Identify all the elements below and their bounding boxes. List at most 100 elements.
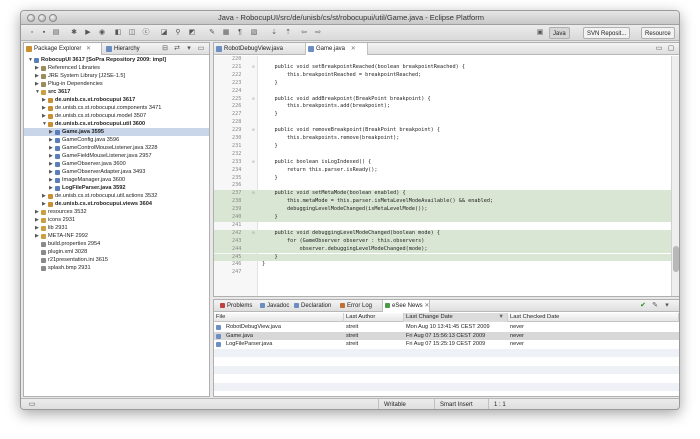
tree-item[interactable]: ▶ GameFieldMouseListener.java 2957 <box>24 152 209 160</box>
mark-read-icon[interactable]: ✎ <box>650 301 660 311</box>
scrollbar-thumb[interactable] <box>673 246 679 272</box>
table-row[interactable]: LogFileParser.java streit Fri Aug 07 15:25… <box>214 340 679 349</box>
toggle-breadcrumb-icon[interactable]: ▦ <box>221 28 231 38</box>
code-line[interactable]: 235 } <box>214 175 672 183</box>
tree-item[interactable]: ▶ de.unisb.cs.st.robocupui.views 3604 <box>24 200 209 208</box>
tab-hierarchy[interactable]: Hierarchy <box>104 43 154 55</box>
collapsed-twisty-icon[interactable]: ▶ <box>49 168 54 176</box>
code-line[interactable]: 239 debuggingLevelModeChanged(isMetaLeve… <box>214 206 672 214</box>
code-line[interactable]: 229 ⊖ public void removeBreakpoint(BreakP… <box>214 127 672 135</box>
tab-game-java[interactable]: Game.java ✕ <box>306 43 368 55</box>
editor-vertical-scrollbar[interactable] <box>671 56 679 296</box>
code-line[interactable]: 240 } <box>214 214 672 222</box>
tree-item[interactable]: ▶ GameObserverAdapter.java 3493 <box>24 168 209 176</box>
code-line[interactable]: 231 } <box>214 143 672 151</box>
table-row[interactable]: Game.java streit Fri Aug 07 15:56:13 CEST … <box>214 331 679 340</box>
external-tools-icon[interactable]: ◉ <box>97 28 107 38</box>
tree-item[interactable]: splash.bmp 2931 <box>24 264 209 272</box>
fast-view-icon[interactable]: ▭ <box>27 400 37 409</box>
collapsed-twisty-icon[interactable]: ▶ <box>35 224 40 232</box>
new-icon[interactable]: ▫ <box>27 28 37 38</box>
link-with-editor-icon[interactable]: ⇄ <box>172 44 182 54</box>
tree-item[interactable]: ▶ JRE System Library [J2SE-1.5] <box>24 72 209 80</box>
bottom-tab-error-log[interactable]: Error Log <box>338 300 380 312</box>
fold-toggle-icon[interactable]: ⊖ <box>252 64 255 72</box>
minimize-editor-icon[interactable]: ▭ <box>654 44 664 54</box>
code-line[interactable]: 243 for (GameObserver observer : this.ob… <box>214 237 672 246</box>
next-annotation-icon[interactable]: ⇣ <box>269 28 279 38</box>
tree-item[interactable]: ▶ lib 2931 <box>24 224 209 232</box>
check-icon[interactable]: ✔ <box>638 301 648 311</box>
collapsed-twisty-icon[interactable]: ▶ <box>49 184 54 192</box>
column-last-author[interactable]: Last Author <box>344 313 404 322</box>
maximize-editor-icon[interactable]: ▢ <box>666 44 676 54</box>
code-line[interactable]: 230 this.breakpoints.remove(breakpoint); <box>214 135 672 143</box>
tree-item[interactable]: ▶ GameControlMouseListener.java 3228 <box>24 144 209 152</box>
collapsed-twisty-icon[interactable]: ▶ <box>42 104 47 112</box>
close-tab-icon[interactable]: ✕ <box>86 46 91 52</box>
collapsed-twisty-icon[interactable]: ▶ <box>42 200 47 208</box>
fold-toggle-icon[interactable]: ⊖ <box>252 230 255 238</box>
expanded-twisty-icon[interactable]: ▼ <box>35 88 40 96</box>
tree-item[interactable]: ▶ de.unisb.cs.st.robocupui 3617 <box>24 96 209 104</box>
minimize-view-icon[interactable]: ▭ <box>196 44 206 54</box>
collapsed-twisty-icon[interactable]: ▶ <box>35 72 40 80</box>
collapsed-twisty-icon[interactable]: ▶ <box>35 232 40 240</box>
tree-item[interactable]: ▶ LogFileParser.java 3592 <box>24 184 209 192</box>
code-line[interactable]: 226 this.breakpoints.add(breakpoint); <box>214 103 672 111</box>
tree-item[interactable]: build.properties 2954 <box>24 240 209 248</box>
collapsed-twisty-icon[interactable]: ▶ <box>42 192 47 200</box>
show-whitespace-icon[interactable]: ¶ <box>235 28 245 38</box>
fold-toggle-icon[interactable]: ⊖ <box>252 127 255 135</box>
collapsed-twisty-icon[interactable]: ▶ <box>42 112 47 120</box>
collapsed-twisty-icon[interactable]: ▶ <box>49 176 54 184</box>
code-line[interactable]: 236 <box>214 182 672 190</box>
tree-item[interactable]: ▶ META-INF 2992 <box>24 232 209 240</box>
block-selection-icon[interactable]: ▧ <box>249 28 259 38</box>
code-line[interactable]: 220 <box>214 56 672 64</box>
open-perspective-icon[interactable]: ▣ <box>535 28 545 38</box>
collapsed-twisty-icon[interactable]: ▶ <box>49 136 54 144</box>
open-type-icon[interactable]: ◪ <box>159 28 169 38</box>
code-line[interactable]: 232 <box>214 151 672 159</box>
collapsed-twisty-icon[interactable]: ▶ <box>49 128 54 136</box>
collapsed-twisty-icon[interactable]: ▶ <box>35 80 40 88</box>
tree-item[interactable]: ▶ de.unisb.cs.st.robocupui.util.actions 3… <box>24 192 209 200</box>
code-line[interactable]: 237 ⊖ public void setMetaMode(boolean ena… <box>214 190 672 199</box>
collapsed-twisty-icon[interactable]: ▶ <box>35 64 40 72</box>
tree-item[interactable]: ▶ ImageManager.java 3600 <box>24 176 209 184</box>
tree-item[interactable]: ▶ de.unisb.cs.st.robocupui.model 3507 <box>24 112 209 120</box>
fold-toggle-icon[interactable]: ⊖ <box>252 159 255 167</box>
run-icon[interactable]: ▶ <box>83 28 93 38</box>
bottom-tab-problems[interactable]: Problems <box>218 300 256 312</box>
toggle-mark-occurrences-icon[interactable]: ✎ <box>207 28 217 38</box>
code-area[interactable]: 220 221 ⊖ public void setBreakpointReached… <box>214 56 679 296</box>
back-icon[interactable]: ⇦ <box>299 28 309 38</box>
save-icon[interactable]: ▪ <box>39 28 49 38</box>
view-menu-icon[interactable]: ▾ <box>662 301 672 311</box>
collapsed-twisty-icon[interactable]: ▶ <box>35 216 40 224</box>
tree-item[interactable]: ▼ de.unisb.cs.st.robocupui.util 3600 <box>24 120 209 128</box>
tree-item[interactable]: ▶ Game.java 3595 <box>24 128 209 136</box>
new-class-icon[interactable]: ⓒ <box>141 28 151 38</box>
column-last-checked-date[interactable]: Last Checked Date <box>508 313 679 322</box>
tree-item[interactable]: ▶ GameObserver.java 3600 <box>24 160 209 168</box>
collapsed-twisty-icon[interactable]: ▶ <box>49 160 54 168</box>
forward-icon[interactable]: ⇨ <box>313 28 323 38</box>
view-menu-icon[interactable]: ▾ <box>184 44 194 54</box>
code-line[interactable]: 246} <box>214 261 672 269</box>
previous-annotation-icon[interactable]: ⇡ <box>283 28 293 38</box>
collapsed-twisty-icon[interactable]: ▶ <box>42 96 47 104</box>
tree-item[interactable]: ▶ icons 2931 <box>24 216 209 224</box>
code-line[interactable]: 242 ⊖ public void debuggingLevelModeChang… <box>214 229 672 238</box>
column-last-change-date[interactable]: Last Change Date ▼ <box>404 313 508 322</box>
bottom-tab-declaration[interactable]: Declaration <box>292 300 336 312</box>
code-line[interactable]: 225 ⊖ public void addBreakpoint(BreakPoin… <box>214 96 672 104</box>
tree-item[interactable]: ▶ Plug-in Dependencies <box>24 80 209 88</box>
code-line[interactable]: 233 ⊖ public boolean isLogIndexed() { <box>214 159 672 167</box>
tree-item[interactable]: ▼ src 3617 <box>24 88 209 96</box>
tree-item[interactable]: ▶ de.unisb.cs.st.robocupui.components 347… <box>24 104 209 112</box>
print-icon[interactable]: ▤ <box>51 28 61 38</box>
tab-package-explorer[interactable]: Package Explorer ✕ <box>24 43 102 55</box>
new-package-icon[interactable]: ◫ <box>127 28 137 38</box>
